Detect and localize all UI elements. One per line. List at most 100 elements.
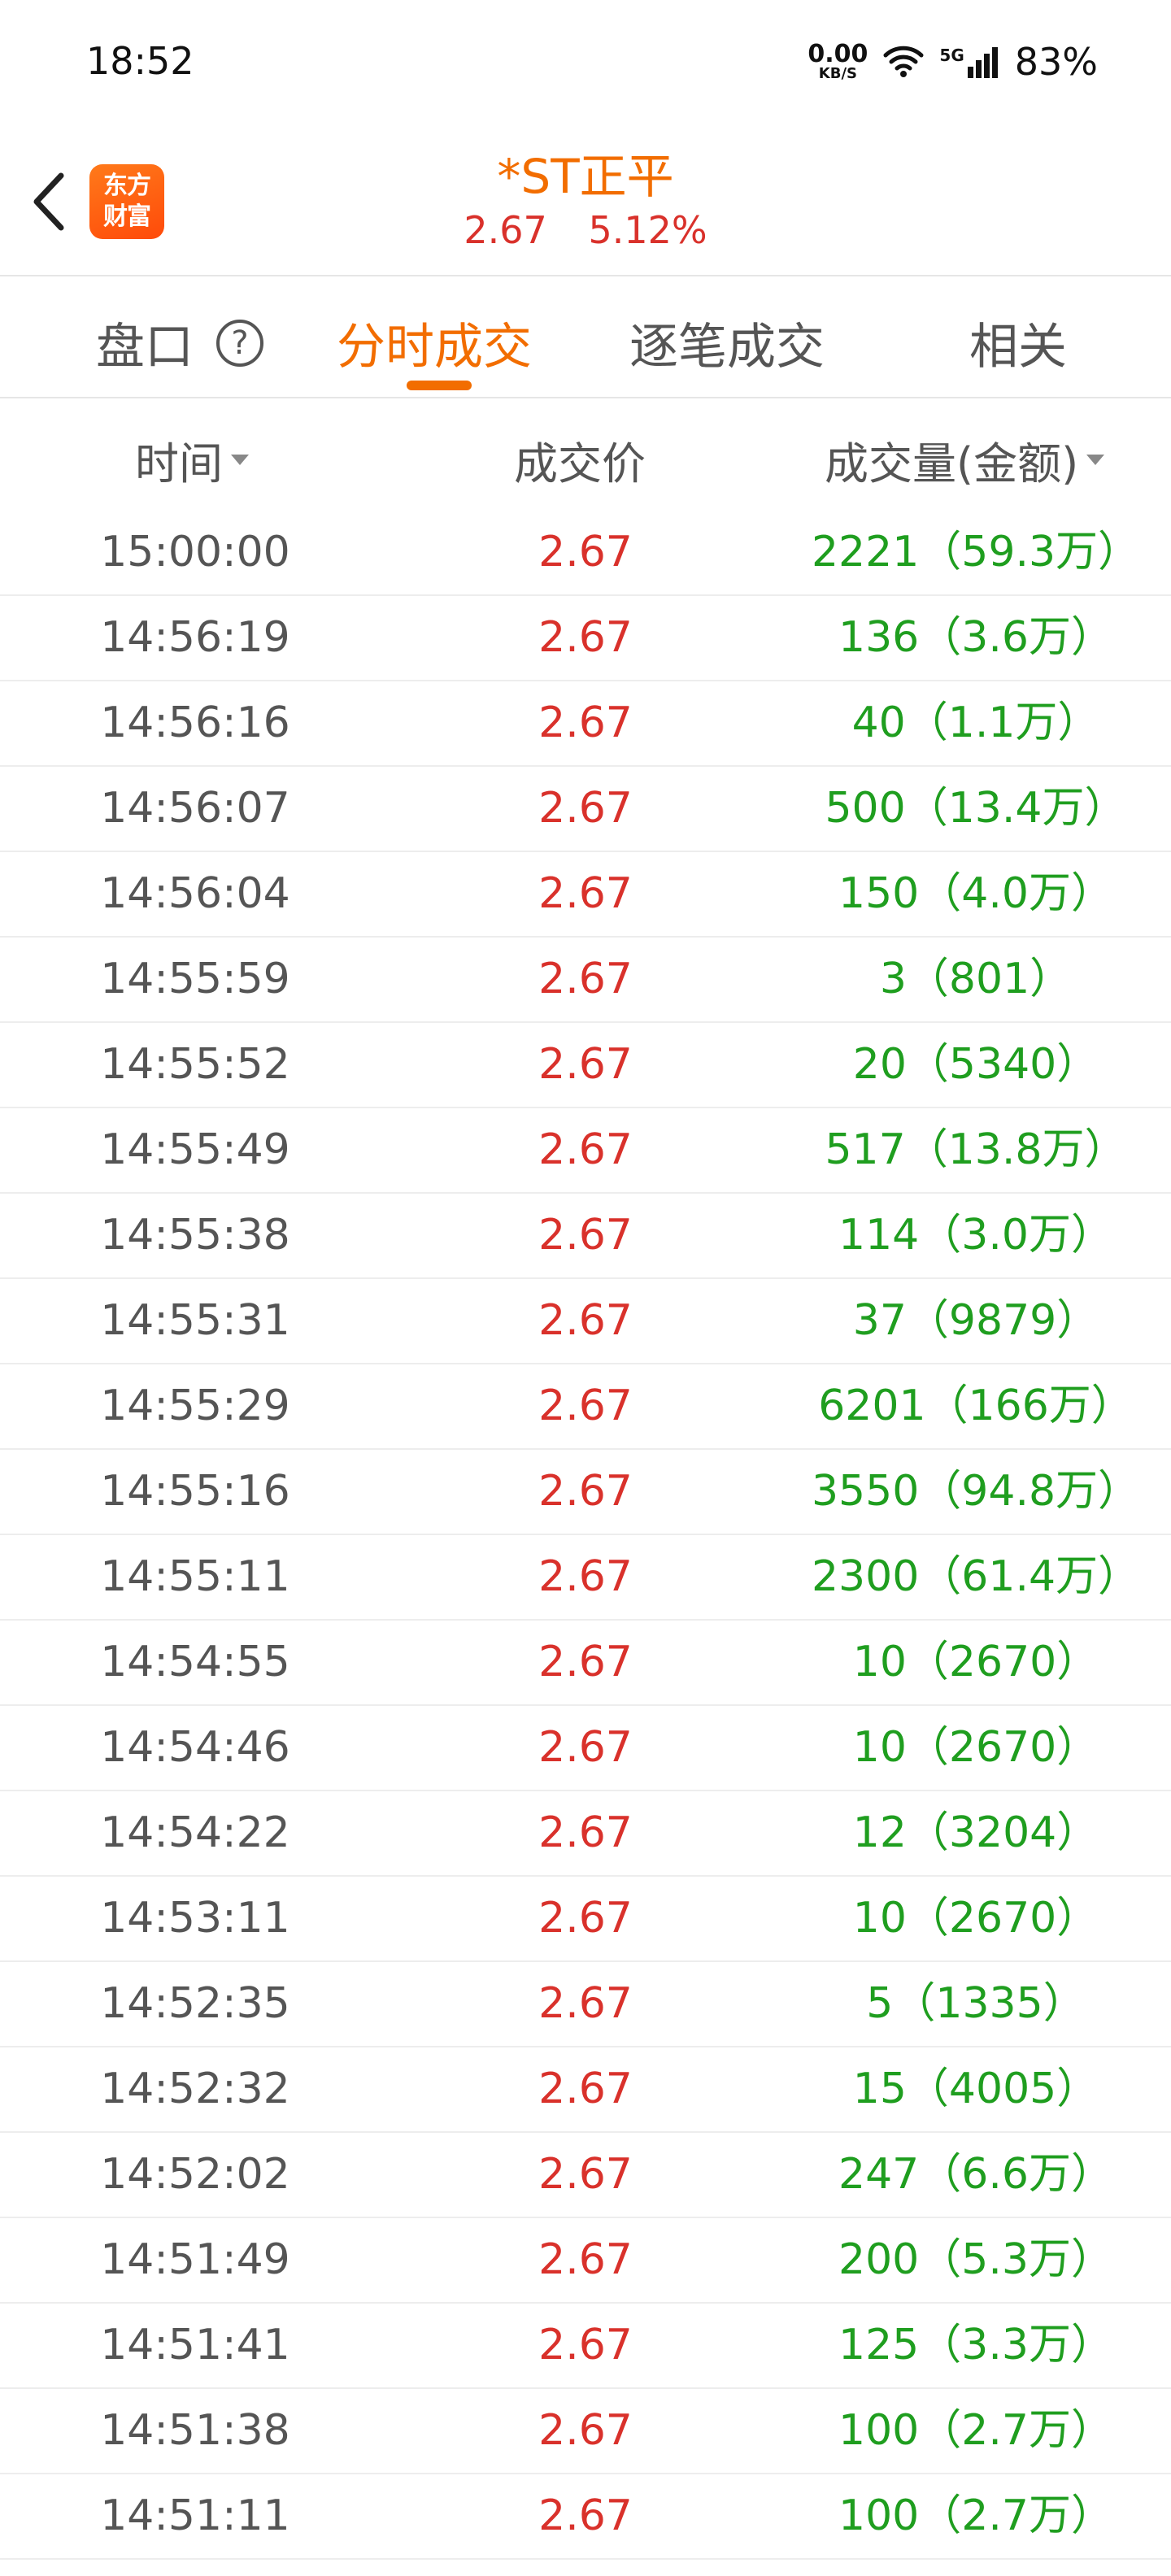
- table-row[interactable]: 14:51:41 2.67 125（3.3万）: [0, 2304, 1171, 2389]
- table-header: 时间 成交价 成交量(金额): [0, 400, 1171, 504]
- table-row[interactable]: 15:00:00 2.67 2221（59.3万）: [0, 511, 1171, 596]
- trade-time: 14:55:16: [100, 1467, 290, 1516]
- table-row[interactable]: 14:55:49 2.67 517（13.8万）: [0, 1108, 1171, 1194]
- trade-volume: 125（3.3万）: [838, 2321, 1113, 2369]
- table-row[interactable]: 14:56:07 2.67 500（13.4万）: [0, 767, 1171, 852]
- table-row[interactable]: 14:55:29 2.67 6201（166万）: [0, 1364, 1171, 1450]
- table-row[interactable]: 14:52:35 2.67 5（1335）: [0, 1962, 1171, 2047]
- trade-time: 14:53:11: [100, 1894, 290, 1943]
- trade-time: 14:51:41: [100, 2321, 290, 2369]
- network-speed-value: 0.00: [808, 40, 868, 68]
- trade-volume: 100（2.7万）: [838, 2406, 1113, 2455]
- table-row[interactable]: 14:52:02 2.67 247（6.6万）: [0, 2133, 1171, 2218]
- tab-order-book[interactable]: 盘口 ?: [96, 307, 263, 378]
- stock-name: *ST正平: [497, 149, 674, 204]
- trade-volume: 150（4.0万）: [838, 869, 1113, 918]
- trade-price: 2.67: [538, 1552, 633, 1601]
- signal-label: 5G: [939, 46, 964, 65]
- table-row[interactable]: 14:55:52 2.67 20（5340）: [0, 1023, 1171, 1108]
- trade-time: 14:51:38: [100, 2406, 290, 2455]
- trade-price: 2.67: [538, 1382, 633, 1430]
- table-row[interactable]: 14:54:46 2.67 10（2670）: [0, 1706, 1171, 1791]
- trade-price: 2.67: [538, 2491, 633, 2540]
- trade-time: 14:55:29: [100, 1382, 290, 1430]
- trade-price: 2.67: [538, 2150, 633, 2199]
- trade-volume: 2221（59.3万）: [811, 528, 1141, 577]
- trade-price: 2.67: [538, 613, 633, 662]
- trade-volume: 114（3.0万）: [838, 1211, 1113, 1260]
- tab-label: 盘口: [96, 319, 194, 376]
- column-header-volume[interactable]: 成交量(金额): [825, 428, 1105, 492]
- table-row[interactable]: 14:55:31 2.67 37（9879）: [0, 1279, 1171, 1364]
- table-row[interactable]: 14:55:11 2.67 2300（61.4万）: [0, 1535, 1171, 1621]
- trade-price: 2.67: [538, 1211, 633, 1260]
- trade-volume: 37（9879）: [852, 1296, 1099, 1345]
- trade-volume: 517（13.8万）: [825, 1125, 1127, 1174]
- status-bar: 18:52 0.00 KB/S 5G 83%: [0, 0, 1171, 130]
- trade-price: 2.67: [538, 1808, 633, 1857]
- trade-volume: 15（4005）: [852, 2065, 1099, 2113]
- trade-volume: 10（2670）: [852, 1638, 1099, 1686]
- trade-price: 2.67: [538, 869, 633, 918]
- trade-volume: 10（2670）: [852, 1723, 1099, 1772]
- trade-volume: 6201（166万）: [818, 1382, 1134, 1430]
- trade-price: 2.67: [538, 1723, 633, 1772]
- wifi-icon: [882, 42, 925, 81]
- trade-time: 14:55:59: [100, 955, 290, 1003]
- table-row[interactable]: 14:52:32 2.67 15（4005）: [0, 2047, 1171, 2133]
- tab-label: 分时成交: [337, 319, 532, 376]
- table-row[interactable]: 14:56:19 2.67 136（3.6万）: [0, 596, 1171, 681]
- trade-time: 14:54:22: [100, 1808, 290, 1857]
- trade-time: 14:51:11: [100, 2491, 290, 2540]
- table-row[interactable]: 14:56:16 2.67 40（1.1万）: [0, 681, 1171, 767]
- trade-time: 14:56:16: [100, 698, 290, 747]
- trades-list: 15:00:00 2.67 2221（59.3万） 14:56:19 2.67 136（3…: [0, 511, 1171, 2560]
- trade-time: 14:55:31: [100, 1296, 290, 1345]
- column-header-time[interactable]: 时间: [135, 428, 249, 492]
- trade-volume: 10（2670）: [852, 1894, 1099, 1943]
- table-row[interactable]: 14:53:11 2.67 10（2670）: [0, 1877, 1171, 1962]
- trade-price: 2.67: [538, 1296, 633, 1345]
- table-row[interactable]: 14:54:55 2.67 10（2670）: [0, 1621, 1171, 1706]
- tab-bar: 盘口 ? 分时成交 逐笔成交 相关: [0, 278, 1171, 398]
- trade-volume: 100（2.7万）: [838, 2491, 1113, 2540]
- table-row[interactable]: 14:56:04 2.67 150（4.0万）: [0, 852, 1171, 938]
- status-icons: 0.00 KB/S 5G 83%: [808, 37, 1098, 86]
- trade-time: 14:54:46: [100, 1723, 290, 1772]
- stock-quote: 2.67 5.12%: [0, 208, 1171, 252]
- tab-tick-trades[interactable]: 逐笔成交: [629, 307, 825, 378]
- sort-caret-icon: [231, 455, 249, 465]
- table-row[interactable]: 14:51:11 2.67 100（2.7万）: [0, 2474, 1171, 2560]
- active-tab-indicator: [407, 381, 472, 390]
- table-row[interactable]: 14:54:22 2.67 12（3204）: [0, 1791, 1171, 1877]
- table-row[interactable]: 14:51:38 2.67 100（2.7万）: [0, 2389, 1171, 2474]
- table-row[interactable]: 14:51:49 2.67 200（5.3万）: [0, 2218, 1171, 2304]
- stock-price: 2.67: [464, 208, 547, 252]
- tab-related[interactable]: 相关: [969, 307, 1067, 378]
- trade-time: 14:56:04: [100, 869, 290, 918]
- tab-label: 相关: [969, 319, 1067, 376]
- trade-time: 14:55:11: [100, 1552, 290, 1601]
- stock-header: 东方 财富 *ST正平 2.67 5.12%: [0, 130, 1171, 276]
- help-icon[interactable]: ?: [216, 319, 263, 367]
- status-time: 18:52: [86, 39, 194, 83]
- trade-price: 2.67: [538, 528, 633, 577]
- trade-volume: 247（6.6万）: [838, 2150, 1113, 2199]
- trade-volume: 3550（94.8万）: [811, 1467, 1141, 1516]
- column-header-price: 成交价: [514, 428, 646, 492]
- trade-price: 2.67: [538, 2406, 633, 2455]
- trade-price: 2.67: [538, 1467, 633, 1516]
- trade-time: 14:54:55: [100, 1638, 290, 1686]
- trade-volume: 3（801）: [879, 955, 1073, 1003]
- trade-price: 2.67: [538, 1040, 633, 1089]
- table-row[interactable]: 14:55:16 2.67 3550（94.8万）: [0, 1450, 1171, 1535]
- dropdown-caret-icon: [1086, 455, 1105, 465]
- trade-time: 14:55:49: [100, 1125, 290, 1174]
- trade-volume: 5（1335）: [866, 1979, 1086, 2028]
- trade-time: 14:56:07: [100, 784, 290, 833]
- table-row[interactable]: 14:55:59 2.67 3（801）: [0, 938, 1171, 1023]
- trade-volume: 40（1.1万）: [851, 698, 1100, 747]
- tab-timeshare-trades[interactable]: 分时成交: [337, 307, 532, 378]
- table-row[interactable]: 14:55:38 2.67 114（3.0万）: [0, 1194, 1171, 1279]
- trade-volume: 136（3.6万）: [838, 613, 1113, 662]
